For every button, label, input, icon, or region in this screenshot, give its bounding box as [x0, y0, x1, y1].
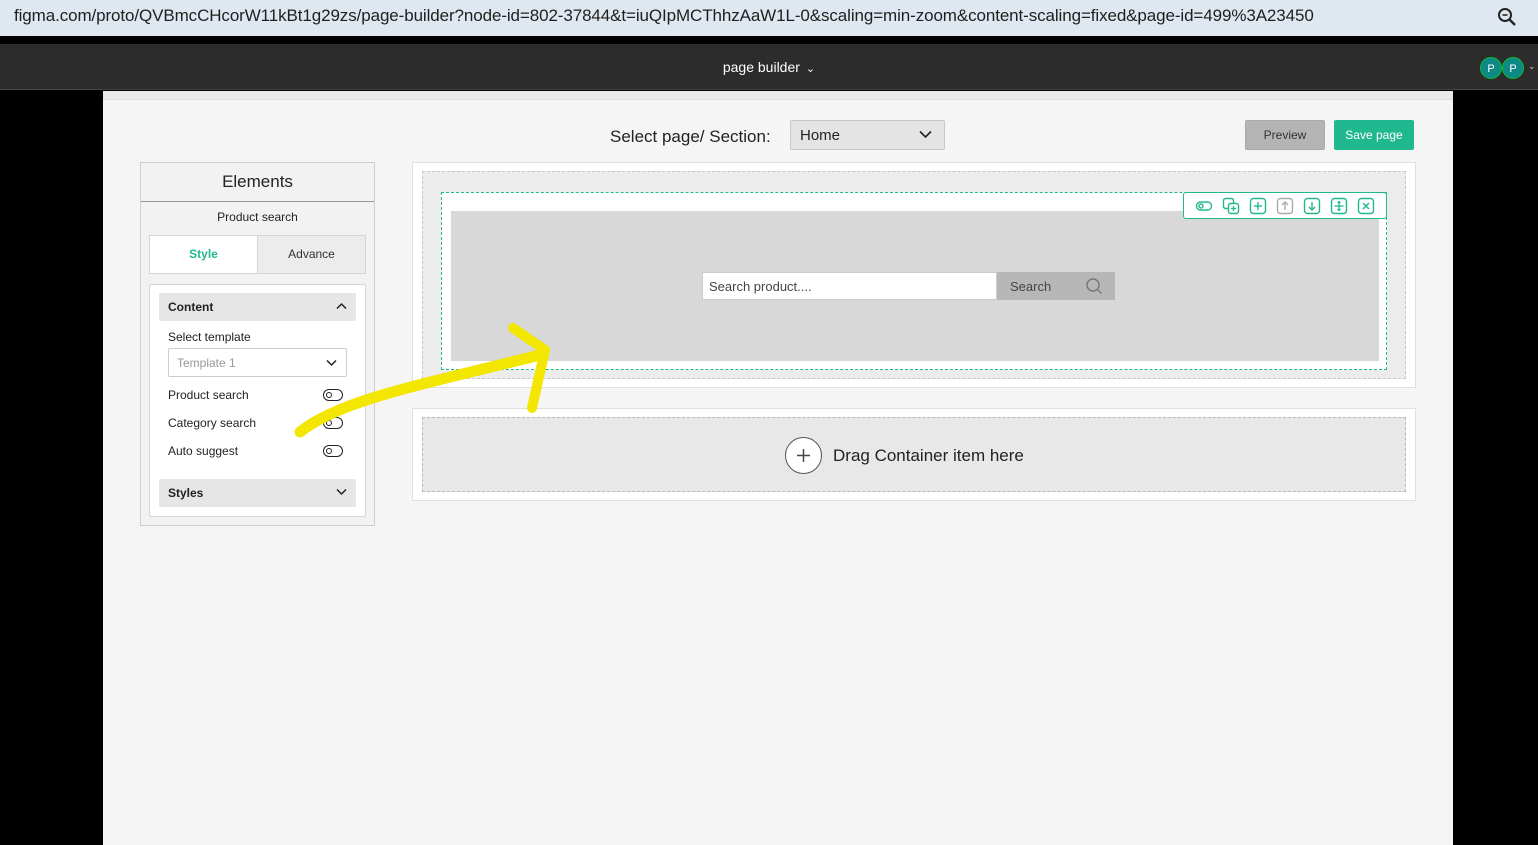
- chevron-down-icon: [326, 359, 337, 367]
- content-accordion-header[interactable]: Content: [159, 293, 356, 321]
- avatar[interactable]: P: [1480, 57, 1502, 79]
- selected-section[interactable]: Search product.... Search: [441, 192, 1387, 370]
- auto-suggest-toggle[interactable]: [323, 445, 343, 457]
- figma-toolbar: page builder ⌄ P P ⌄: [0, 44, 1538, 90]
- section-toolbar: [1183, 192, 1387, 219]
- file-title-menu[interactable]: page builder ⌄: [0, 59, 1538, 75]
- canvas-container-2[interactable]: Drag Container item here: [412, 408, 1416, 501]
- file-title[interactable]: page builder: [723, 59, 800, 75]
- canvas-container-1[interactable]: Search product.... Search: [412, 162, 1416, 388]
- product-search-block[interactable]: Search product.... Search: [451, 211, 1379, 361]
- close-icon[interactable]: [1357, 197, 1375, 215]
- styles-label: Styles: [168, 486, 204, 500]
- chevron-down-icon[interactable]: ⌄: [806, 62, 815, 75]
- drag-container-text: Drag Container item here: [833, 446, 1024, 465]
- toggle-icon[interactable]: [1195, 197, 1213, 215]
- drag-container-drop-zone[interactable]: Drag Container item here: [422, 417, 1406, 492]
- search-input[interactable]: Search product....: [702, 272, 997, 300]
- frame-top-strip: [103, 91, 1453, 100]
- search-placeholder: Search product....: [709, 279, 812, 294]
- tab-style[interactable]: Style: [150, 236, 257, 273]
- panel-tabs: Style Advance: [149, 235, 366, 274]
- search-button[interactable]: Search: [997, 272, 1115, 300]
- category-search-label: Category search: [168, 416, 257, 430]
- product-search-label: Product search: [168, 388, 249, 402]
- chevron-down-icon: [336, 488, 347, 496]
- save-page-button[interactable]: Save page: [1334, 120, 1414, 150]
- copy-icon[interactable]: [1222, 197, 1240, 215]
- content-label: Content: [168, 300, 214, 314]
- move-up-icon[interactable]: [1276, 197, 1294, 215]
- template-select[interactable]: Template 1: [168, 348, 347, 377]
- template-select-value: Template 1: [177, 356, 236, 370]
- settings-box: Content Select template Template 1 Produ…: [149, 284, 366, 517]
- panel-subtitle: Product search: [217, 210, 298, 224]
- preview-button[interactable]: Preview: [1245, 120, 1325, 150]
- chevron-down-icon: [919, 130, 932, 139]
- add-container-button[interactable]: [785, 437, 822, 474]
- search-button-label: Search: [1010, 279, 1052, 294]
- product-search-toggle[interactable]: [323, 389, 343, 401]
- page-select-value: Home: [800, 127, 841, 144]
- elements-panel: Elements Product search Style Advance Co…: [140, 162, 375, 526]
- select-page-label: Select page/ Section:: [610, 127, 771, 146]
- url-text[interactable]: figma.com/proto/QVBmcCHcorW11kBt1g29zs/p…: [14, 6, 1314, 26]
- category-search-toggle[interactable]: [323, 417, 343, 429]
- container-drop-zone[interactable]: Search product.... Search: [422, 171, 1406, 379]
- browser-address-bar[interactable]: figma.com/proto/QVBmcCHcorW11kBt1g29zs/p…: [0, 0, 1538, 36]
- page-builder-frame: Select page/ Section: Home Preview Save …: [103, 91, 1453, 845]
- auto-suggest-label: Auto suggest: [168, 444, 239, 458]
- chevron-down-icon[interactable]: ⌄: [1528, 61, 1536, 72]
- move-down-icon[interactable]: [1303, 197, 1321, 215]
- page-select[interactable]: Home: [790, 120, 945, 150]
- styles-accordion-header[interactable]: Styles: [159, 479, 356, 507]
- avatar[interactable]: P: [1502, 57, 1524, 79]
- move-icon[interactable]: [1330, 197, 1348, 215]
- chevron-up-icon: [336, 302, 347, 310]
- plus-icon: [797, 449, 810, 462]
- add-icon[interactable]: [1249, 197, 1267, 215]
- select-template-label: Select template: [168, 330, 251, 344]
- tab-advance[interactable]: Advance: [257, 236, 365, 273]
- zoom-icon[interactable]: [1496, 6, 1518, 28]
- panel-title: Elements: [141, 163, 374, 202]
- search-icon: [1086, 278, 1102, 294]
